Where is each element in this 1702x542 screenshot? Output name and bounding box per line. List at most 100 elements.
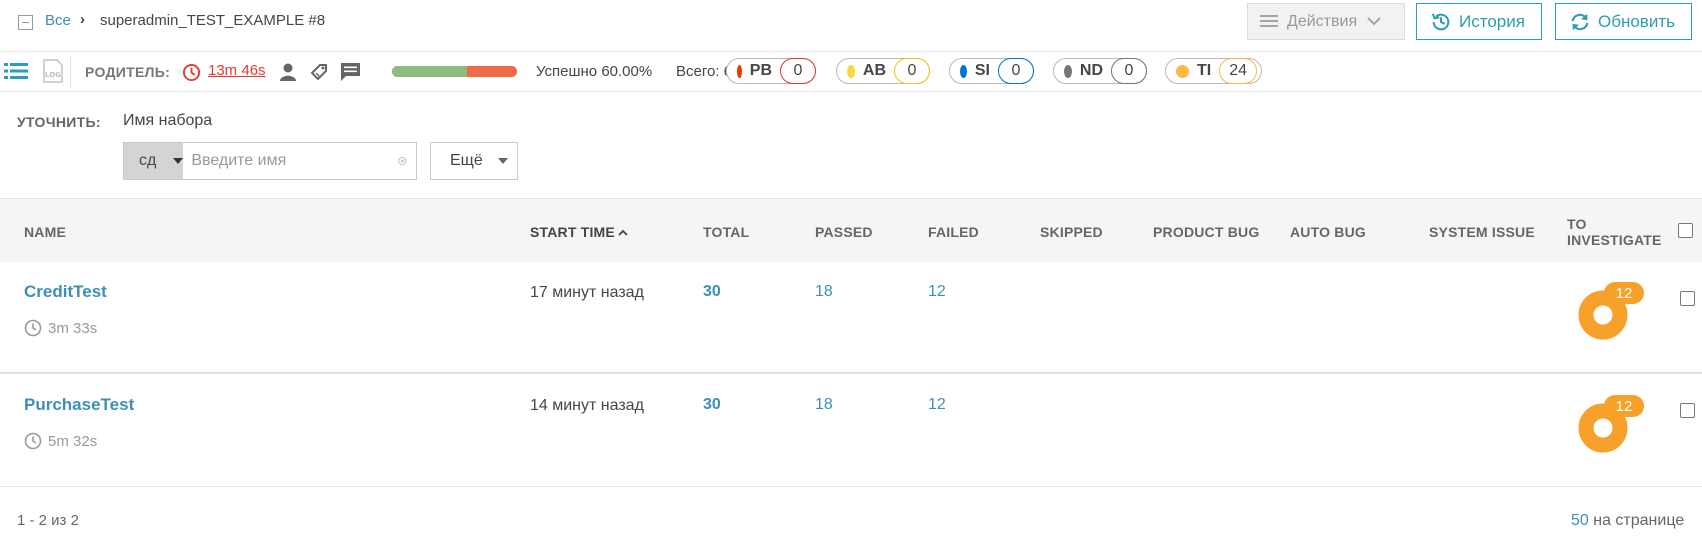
- si-dot-icon: [960, 64, 967, 78]
- failed-link[interactable]: 12: [928, 283, 946, 301]
- to-investigate-badge[interactable]: 12: [1604, 282, 1644, 304]
- list-view-icon[interactable]: [4, 62, 28, 80]
- pass-rate-progress-bar: [392, 66, 517, 77]
- defect-badge-ab[interactable]: AB 0: [836, 58, 930, 84]
- column-start-time-label: START TIME: [530, 224, 615, 240]
- launch-info-bar: LOG РОДИТЕЛЬ: 13m 46s Успешно 60.00% Все…: [0, 52, 1702, 92]
- filter-condition-select[interactable]: сд: [124, 143, 184, 179]
- suite-name-link[interactable]: PurchaseTest: [24, 395, 134, 415]
- row-checkbox[interactable]: [1680, 403, 1695, 418]
- defect-code: SI: [974, 62, 990, 79]
- breadcrumb-all-link[interactable]: Все: [45, 12, 71, 29]
- column-passed[interactable]: PASSED: [815, 224, 873, 240]
- parent-label: РОДИТЕЛЬ:: [85, 64, 171, 80]
- svg-text:LOG: LOG: [45, 71, 61, 79]
- column-skipped[interactable]: SKIPPED: [1040, 224, 1103, 240]
- start-time: 14 минут назад: [530, 397, 644, 414]
- clock-icon: [182, 63, 201, 82]
- select-all-checkbox[interactable]: [1678, 223, 1693, 238]
- defect-badge-pb[interactable]: PB 0: [726, 58, 816, 84]
- history-icon: [1431, 12, 1450, 30]
- refresh-label: Обновить: [1598, 11, 1675, 31]
- defect-badge-nd[interactable]: ND 0: [1053, 58, 1147, 84]
- defect-badge-ti[interactable]: TI 24: [1165, 58, 1262, 84]
- items-per-page-count[interactable]: 50: [1571, 512, 1589, 529]
- column-to-investigate-line1: TO: [1567, 216, 1587, 232]
- suite-duration: 5m 32s: [24, 432, 97, 450]
- defect-count[interactable]: 0: [780, 58, 816, 84]
- items-per-page-text: на странице: [1593, 512, 1685, 529]
- top-bar: Все › superadmin_TEST_EXAMPLE #8 Действи…: [0, 0, 1702, 52]
- pb-dot-icon: [737, 64, 742, 78]
- sort-up-icon: [618, 229, 628, 236]
- pass-rate-progress-fill: [392, 66, 467, 77]
- name-filter: сд: [123, 142, 417, 180]
- to-investigate-badge[interactable]: 12: [1604, 395, 1644, 417]
- defect-code: PB: [749, 62, 772, 79]
- defect-count[interactable]: 0: [894, 58, 930, 84]
- row-checkbox[interactable]: [1680, 291, 1695, 306]
- defect-code: TI: [1197, 62, 1212, 79]
- passed-link[interactable]: 18: [815, 283, 833, 301]
- caret-down-icon: [497, 158, 508, 164]
- actions-button[interactable]: Действия: [1247, 3, 1405, 40]
- total-link[interactable]: 30: [703, 283, 721, 301]
- filter-condition-value: сд: [139, 152, 157, 169]
- refresh-icon: [1571, 13, 1589, 30]
- breadcrumb-separator-icon: ›: [80, 11, 85, 28]
- refine-label: УТОЧНИТЬ:: [17, 114, 101, 130]
- defect-count[interactable]: 0: [998, 58, 1034, 84]
- ab-dot-icon: [847, 64, 855, 78]
- table-row: PurchaseTest 5m 32s 14 минут назад 30 18…: [0, 375, 1702, 487]
- collapse-icon[interactable]: [18, 15, 33, 30]
- nd-dot-icon: [1064, 64, 1072, 78]
- history-label: История: [1459, 11, 1525, 31]
- column-product-bug[interactable]: PRODUCT BUG: [1153, 224, 1259, 240]
- column-to-investigate[interactable]: TO INVESTIGATE: [1567, 216, 1662, 248]
- items-per-page[interactable]: 50 на странице: [1571, 512, 1684, 530]
- clock-icon: [24, 319, 42, 337]
- total-label: Всего:: [676, 63, 720, 80]
- defect-count[interactable]: 24: [1219, 58, 1258, 84]
- ti-dot-icon: [1176, 64, 1189, 78]
- column-auto-bug[interactable]: AUTO BUG: [1290, 224, 1366, 240]
- failed-link[interactable]: 12: [928, 396, 946, 414]
- more-filters-label: Ещё: [450, 152, 483, 169]
- name-filter-input[interactable]: [183, 143, 399, 179]
- table-header: NAME START TIME TOTAL PASSED FAILED SKIP…: [0, 198, 1702, 262]
- comment-icon: [341, 63, 360, 81]
- actions-label: Действия: [1287, 12, 1358, 30]
- launch-duration-link[interactable]: 13m 46s: [208, 62, 266, 79]
- start-time: 17 минут назад: [530, 284, 644, 301]
- refresh-button[interactable]: Обновить: [1555, 3, 1692, 40]
- suite-name-link[interactable]: CreditTest: [24, 282, 107, 302]
- chevron-down-icon: [1367, 15, 1381, 29]
- defect-count[interactable]: 0: [1111, 58, 1147, 84]
- suite-duration: 3m 33s: [24, 319, 97, 337]
- column-name[interactable]: NAME: [24, 224, 66, 240]
- breadcrumb-current: superadmin_TEST_EXAMPLE #8: [100, 12, 326, 29]
- suite-duration-text: 5m 32s: [48, 432, 98, 450]
- menu-icon: [1260, 15, 1278, 28]
- defect-code: ND: [1079, 62, 1103, 79]
- tag-icon: [310, 64, 327, 81]
- filter-name-label: Имя набора: [123, 112, 213, 129]
- divider: [70, 56, 71, 88]
- clock-icon: [24, 432, 42, 450]
- pagination-range: 1 - 2 из 2: [17, 512, 79, 529]
- clear-icon[interactable]: [398, 152, 407, 170]
- suite-duration-text: 3m 33s: [48, 319, 98, 337]
- table-row: CreditTest 3m 33s 17 минут назад 30 18 1…: [0, 262, 1702, 374]
- total-link[interactable]: 30: [703, 396, 721, 414]
- history-button[interactable]: История: [1416, 3, 1542, 40]
- defect-badge-si[interactable]: SI 0: [949, 58, 1034, 84]
- column-failed[interactable]: FAILED: [928, 224, 979, 240]
- log-view-icon[interactable]: LOG: [39, 58, 65, 84]
- pass-rate-text: Успешно 60.00%: [536, 63, 653, 80]
- column-system-issue[interactable]: SYSTEM ISSUE: [1429, 224, 1535, 240]
- column-start-time[interactable]: START TIME: [530, 224, 628, 240]
- passed-link[interactable]: 18: [815, 396, 833, 414]
- more-filters-button[interactable]: Ещё: [430, 142, 518, 180]
- column-to-investigate-line2: INVESTIGATE: [1567, 232, 1662, 248]
- column-total[interactable]: TOTAL: [703, 224, 749, 240]
